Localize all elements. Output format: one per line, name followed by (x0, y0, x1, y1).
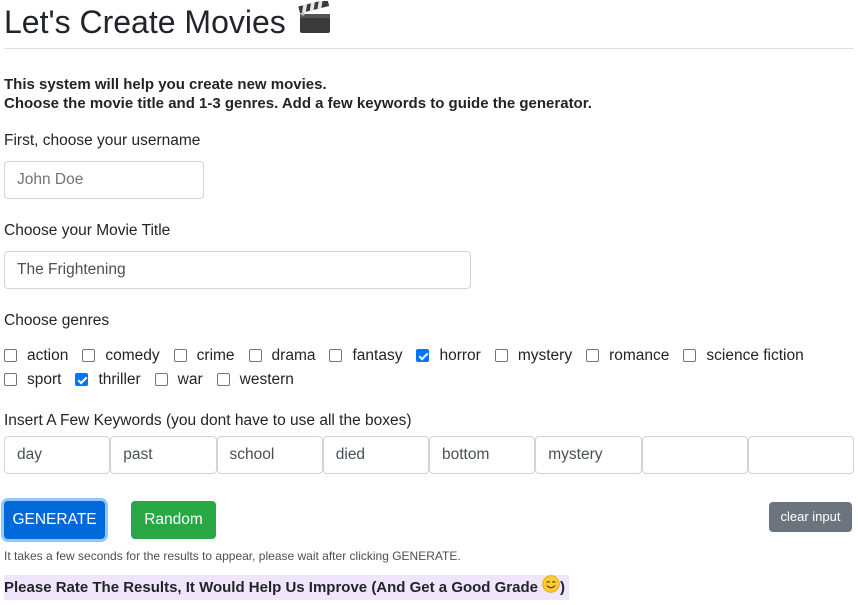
keyword-input-7[interactable] (641, 436, 748, 474)
page: Let's Create Movies This system will hel… (0, 0, 858, 605)
genre-checkbox[interactable] (586, 349, 600, 362)
keyword-input-3[interactable] (216, 436, 323, 474)
genre-checkbox[interactable] (4, 373, 17, 386)
rate-results-text: Please Rate The Results, It Would Help U… (4, 579, 538, 596)
genre-row: sport thriller war western (4, 368, 854, 391)
smiling-face-icon (542, 574, 560, 601)
genre-label: thriller (98, 370, 141, 388)
genre-label: mystery (517, 346, 573, 364)
genre-checkbox[interactable] (216, 373, 230, 386)
keyword-input-6[interactable] (535, 436, 642, 474)
genre-fantasy[interactable]: fantasy (329, 347, 402, 365)
genre-checkbox[interactable] (329, 349, 343, 362)
genre-label: western (239, 370, 294, 388)
clear-input-button[interactable]: clear input (769, 502, 852, 532)
genre-mystery[interactable]: mystery (494, 346, 573, 365)
keywords-label: Insert A Few Keywords (you dont have to … (4, 412, 412, 429)
keyword-input-8[interactable] (747, 436, 854, 474)
genre-sport[interactable]: sport (4, 371, 61, 389)
genre-romance[interactable]: romance (586, 347, 669, 365)
page-title: Let's Create Movies (4, 0, 332, 43)
genre-label: romance (609, 346, 670, 364)
genre-action[interactable]: action (4, 347, 68, 365)
genre-checkbox-group: action comedy crime drama fantasy horror (4, 344, 854, 392)
genre-crime[interactable]: crime (173, 346, 235, 365)
genre-label: sport (27, 370, 62, 388)
rate-results-banner: Please Rate The Results, It Would Help U… (4, 574, 569, 601)
keyword-input-2[interactable] (110, 436, 217, 474)
intro-line-2: Choose the movie title and 1-3 genres. A… (4, 95, 592, 112)
genre-checkbox[interactable] (82, 349, 96, 362)
genre-checkbox[interactable] (248, 349, 262, 362)
genre-checkbox[interactable] (4, 349, 17, 362)
genre-row: action comedy crime drama fantasy horror (4, 344, 854, 367)
genres-label: Choose genres (4, 312, 110, 329)
keyword-input-4[interactable] (322, 436, 429, 474)
title-divider (4, 48, 854, 49)
random-button[interactable]: Random (131, 501, 216, 539)
genre-horror[interactable]: horror (416, 346, 481, 365)
wait-note: It takes a few seconds for the results t… (4, 549, 461, 563)
genre-label: science fiction (706, 346, 804, 364)
intro-line-1: This system will help you create new mov… (4, 76, 327, 93)
genre-checkbox[interactable] (494, 349, 508, 362)
genre-checkbox[interactable] (416, 349, 430, 362)
genre-checkbox[interactable] (683, 349, 697, 362)
username-label: First, choose your username (4, 132, 201, 149)
genre-science-fiction[interactable]: science fiction (683, 346, 804, 365)
genre-label: drama (271, 346, 316, 364)
movie-title-input[interactable] (4, 251, 471, 289)
genre-comedy[interactable]: comedy (82, 346, 160, 365)
genre-checkbox[interactable] (154, 373, 168, 386)
username-input[interactable] (4, 161, 204, 199)
rate-results-suffix: ) (560, 579, 565, 596)
genre-label: crime (196, 346, 235, 364)
genre-label: action (27, 346, 69, 364)
genre-western[interactable]: western (216, 370, 294, 389)
genre-checkbox[interactable] (75, 373, 89, 386)
genre-label: fantasy (352, 346, 403, 364)
keyword-input-1[interactable] (4, 436, 111, 474)
genre-label: horror (439, 346, 481, 364)
clapperboard-icon (298, 0, 332, 43)
genre-thriller[interactable]: thriller (75, 370, 141, 389)
keyword-inputs (4, 436, 854, 474)
page-title-text: Let's Create Movies (4, 4, 286, 40)
intro-text: This system will help you create new mov… (4, 75, 592, 113)
genre-label: war (177, 370, 203, 388)
genre-drama[interactable]: drama (248, 346, 316, 365)
genre-war[interactable]: war (154, 370, 203, 389)
genre-label: comedy (105, 346, 160, 364)
keyword-input-5[interactable] (429, 436, 536, 474)
movie-title-label: Choose your Movie Title (4, 222, 171, 239)
genre-checkbox[interactable] (173, 349, 187, 362)
generate-button[interactable]: GENERATE (4, 501, 105, 539)
